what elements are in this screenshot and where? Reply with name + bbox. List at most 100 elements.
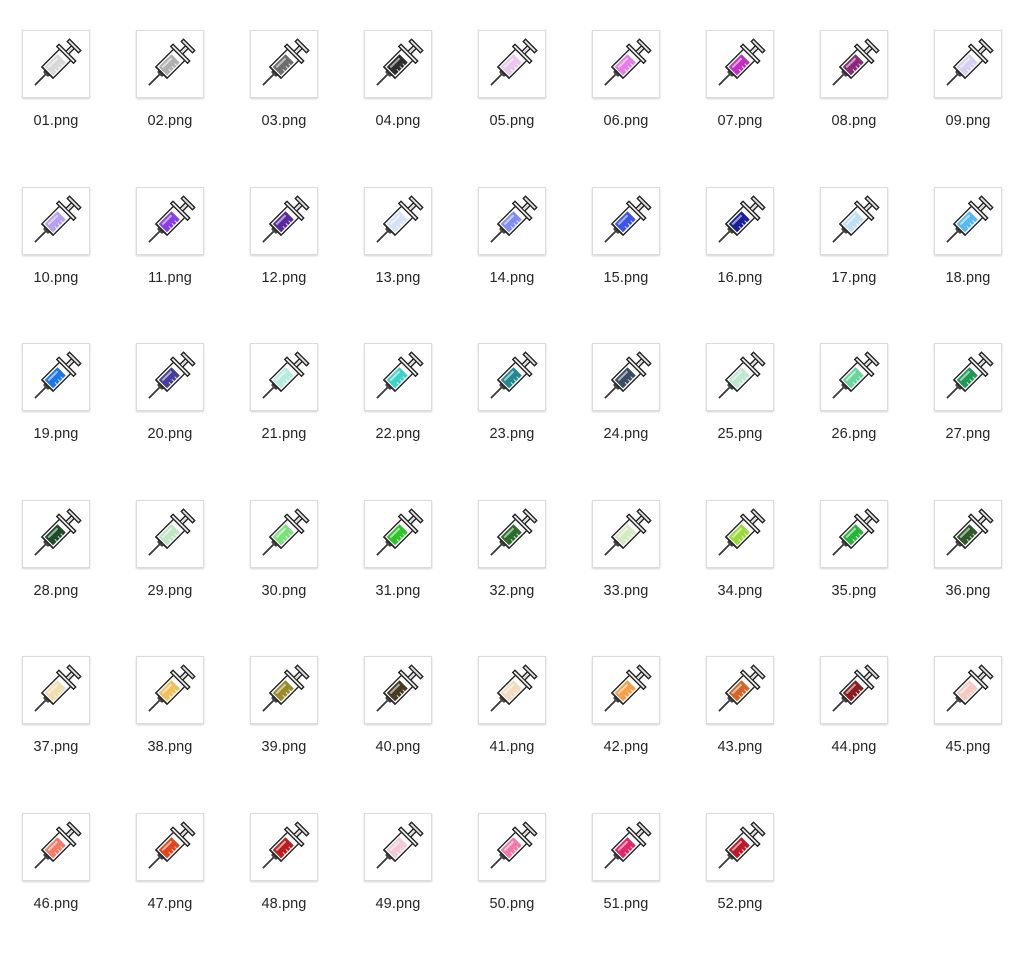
file-item[interactable]: 48.png [228,783,342,912]
file-item[interactable]: 44.png [798,626,912,755]
file-thumbnail[interactable] [820,30,888,98]
file-thumbnail[interactable] [250,343,318,412]
file-thumbnail[interactable] [706,186,774,255]
file-thumbnail[interactable] [934,656,1002,725]
file-item[interactable]: 36.png [912,470,1024,599]
file-item[interactable]: 18.png [912,157,1024,286]
file-thumbnail[interactable] [706,813,774,881]
file-thumbnail[interactable] [22,186,90,255]
file-thumbnail[interactable] [250,499,318,568]
file-thumbnail[interactable] [706,30,774,98]
file-thumbnail[interactable] [22,813,90,881]
file-item[interactable]: 33.png [570,470,684,599]
file-item[interactable]: 40.png [342,626,456,755]
file-thumbnail[interactable] [22,343,90,412]
file-thumbnail[interactable] [706,343,774,412]
file-thumbnail[interactable] [364,186,432,255]
file-thumbnail[interactable] [478,656,546,725]
file-item[interactable]: 50.png [456,783,570,912]
file-thumbnail[interactable] [592,499,660,568]
file-thumbnail[interactable] [364,343,432,412]
file-item[interactable]: 11.png [114,157,228,286]
file-item[interactable]: 24.png [570,313,684,442]
file-item[interactable]: 09.png [912,0,1024,129]
file-thumbnail[interactable] [934,30,1002,98]
file-thumbnail[interactable] [706,499,774,568]
file-thumbnail[interactable] [136,656,204,725]
file-item[interactable]: 05.png [456,0,570,129]
file-item[interactable]: 52.png [684,783,798,912]
file-thumbnail[interactable] [250,30,318,98]
file-thumbnail[interactable] [478,186,546,255]
file-thumbnail[interactable] [136,499,204,568]
file-thumbnail[interactable] [592,656,660,725]
file-item[interactable]: 22.png [342,313,456,442]
file-thumbnail[interactable] [592,813,660,881]
file-thumbnail[interactable] [250,813,318,881]
file-item[interactable]: 38.png [114,626,228,755]
file-thumbnail[interactable] [592,30,660,98]
file-item[interactable]: 47.png [114,783,228,912]
file-item[interactable]: 51.png [570,783,684,912]
file-item[interactable]: 31.png [342,470,456,599]
file-thumbnail[interactable] [364,499,432,568]
file-thumbnail[interactable] [934,343,1002,412]
file-item[interactable]: 01.png [0,0,114,129]
file-item[interactable]: 35.png [798,470,912,599]
file-item[interactable]: 25.png [684,313,798,442]
file-thumbnail[interactable] [136,186,204,255]
file-item[interactable]: 17.png [798,157,912,286]
file-thumbnail[interactable] [136,30,204,98]
file-item[interactable]: 37.png [0,626,114,755]
file-item[interactable]: 10.png [0,157,114,286]
file-item[interactable]: 23.png [456,313,570,442]
file-thumbnail[interactable] [136,813,204,881]
file-item[interactable]: 45.png [912,626,1024,755]
file-item[interactable]: 12.png [228,157,342,286]
file-item[interactable]: 39.png [228,626,342,755]
file-item[interactable]: 49.png [342,783,456,912]
file-item[interactable]: 30.png [228,470,342,599]
file-thumbnail[interactable] [478,343,546,412]
file-item[interactable]: 27.png [912,313,1024,442]
file-thumbnail[interactable] [250,656,318,725]
file-thumbnail[interactable] [22,656,90,725]
file-item[interactable]: 42.png [570,626,684,755]
file-item[interactable]: 34.png [684,470,798,599]
file-item[interactable]: 06.png [570,0,684,129]
file-thumbnail[interactable] [706,656,774,725]
file-thumbnail[interactable] [934,499,1002,568]
file-item[interactable]: 21.png [228,313,342,442]
file-item[interactable]: 41.png [456,626,570,755]
file-thumbnail[interactable] [820,656,888,725]
file-thumbnail[interactable] [250,186,318,255]
file-item[interactable]: 32.png [456,470,570,599]
file-thumbnail[interactable] [820,343,888,412]
file-item[interactable]: 03.png [228,0,342,129]
file-thumbnail[interactable] [478,813,546,881]
file-item[interactable]: 13.png [342,157,456,286]
file-thumbnail[interactable] [364,30,432,98]
file-item[interactable]: 08.png [798,0,912,129]
file-item[interactable]: 28.png [0,470,114,599]
file-item[interactable]: 20.png [114,313,228,442]
file-item[interactable]: 16.png [684,157,798,286]
file-item[interactable]: 14.png [456,157,570,286]
file-thumbnail[interactable] [364,656,432,725]
file-item[interactable]: 02.png [114,0,228,129]
file-item[interactable]: 15.png [570,157,684,286]
file-item[interactable]: 07.png [684,0,798,129]
file-thumbnail[interactable] [592,343,660,412]
file-item[interactable]: 26.png [798,313,912,442]
file-item[interactable]: 43.png [684,626,798,755]
file-thumbnail[interactable] [364,813,432,881]
file-thumbnail[interactable] [820,499,888,568]
file-thumbnail[interactable] [136,343,204,412]
file-item[interactable]: 04.png [342,0,456,129]
file-thumbnail[interactable] [934,186,1002,255]
file-thumbnail[interactable] [820,186,888,255]
file-thumbnail[interactable] [22,499,90,568]
file-thumbnail[interactable] [478,30,546,98]
file-item[interactable]: 19.png [0,313,114,442]
file-thumbnail[interactable] [22,30,90,98]
